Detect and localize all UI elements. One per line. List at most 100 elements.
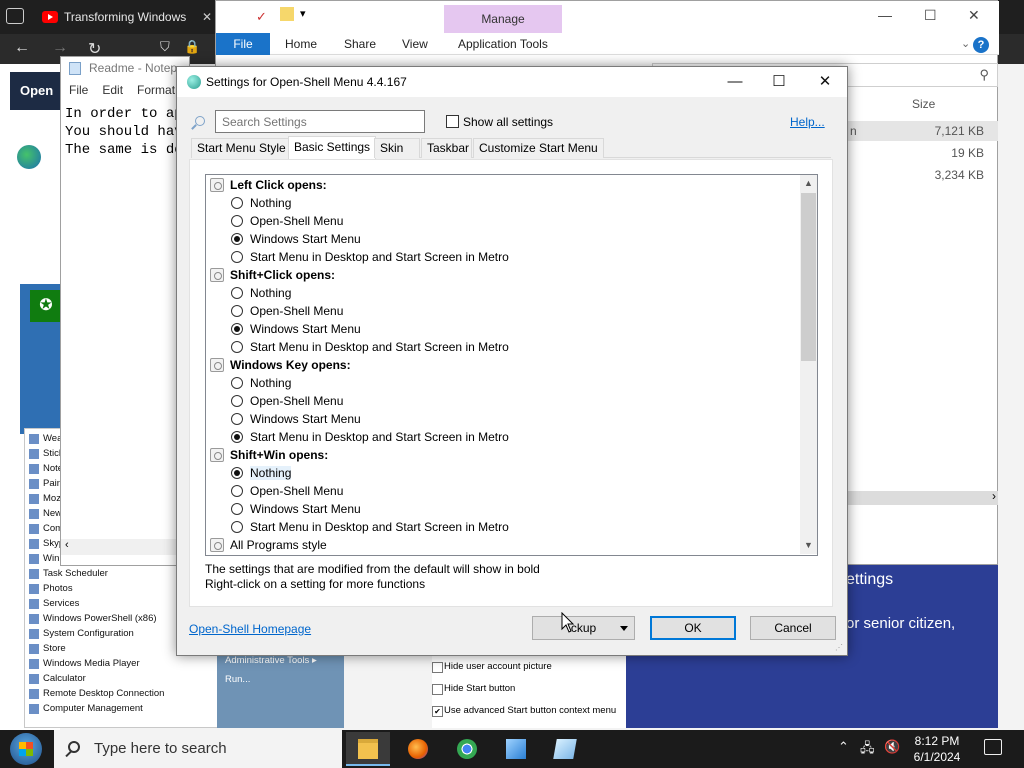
menu-edit[interactable]: Edit [102,83,123,97]
radio-button[interactable] [231,485,243,497]
ribbon-home-tab[interactable]: Home [285,33,317,55]
radio-button[interactable] [231,287,243,299]
browser-tab[interactable]: Transforming Windows ✕ [34,4,218,30]
forward-icon[interactable]: → [52,39,68,57]
tab-taskbar[interactable]: Taskbar [421,138,472,158]
tab-customize-start-menu[interactable]: Customize Start Menu [473,138,604,158]
cancel-button[interactable]: Cancel [750,616,836,640]
maximize-icon[interactable]: ☐ [924,7,937,24]
radio-option[interactable]: Start Menu in Desktop and Start Screen i… [230,248,509,266]
help-icon[interactable]: ? [973,37,989,53]
radio-button[interactable] [231,467,243,479]
radio-option[interactable]: Nothing [230,464,292,482]
start-button[interactable] [8,733,44,765]
radio-option[interactable]: Start Menu in Desktop and Start Screen i… [230,428,509,446]
backup-button[interactable]: ckup [532,616,635,640]
show-hidden-icons-icon[interactable]: ⌃ [838,739,849,755]
radio-button[interactable] [231,431,243,443]
ok-button[interactable]: OK [650,616,736,640]
taskbar-paint[interactable] [494,732,538,766]
advanced-context-menu-checkbox[interactable]: Use advanced Start button context menu [432,702,626,724]
run-item[interactable]: Run... [217,670,344,689]
shield-icon[interactable]: ⛉ [160,39,170,55]
help-link[interactable]: Help... [790,115,825,129]
radio-option[interactable]: Windows Start Menu [230,230,361,248]
start-menu-item[interactable]: Windows Media Player [27,656,217,671]
explorer-horizontal-scrollbar[interactable]: › [848,489,998,505]
file-row[interactable]: n 7,121 KB [848,121,998,141]
radio-button[interactable] [231,503,243,515]
notepad-horizontal-scrollbar[interactable]: ‹ [61,539,191,555]
radio-option[interactable]: Windows Start Menu [230,410,361,428]
radio-button[interactable] [231,377,243,389]
ribbon-file-tab[interactable]: File [216,33,270,55]
menu-format[interactable]: Format [137,83,175,97]
tab-start-menu-style[interactable]: Start Menu Style [191,138,292,158]
notepad-text-area[interactable]: In order to ap You should hav The same is … [61,101,189,163]
file-row[interactable]: 3,234 KB [848,165,998,185]
ribbon-view-tab[interactable]: View [402,33,428,55]
scroll-right-icon[interactable]: › [992,489,996,503]
volume-muted-icon[interactable]: 🔇 [884,739,900,755]
radio-button[interactable] [231,197,243,209]
taskbar-search-box[interactable]: Type here to search [54,730,342,768]
start-menu-item[interactable]: Calculator [27,671,217,686]
quick-access-dropdown-icon[interactable]: ▾ [300,7,306,20]
radio-option[interactable]: Nothing [230,284,291,302]
radio-button[interactable] [231,305,243,317]
radio-button[interactable] [231,521,243,533]
scroll-down-icon[interactable]: ▼ [800,537,817,554]
network-icon[interactable]: 🖧 [860,739,875,761]
scroll-up-icon[interactable]: ▲ [800,175,817,192]
radio-option[interactable]: Open-Shell Menu [230,392,343,410]
radio-option[interactable]: Open-Shell Menu [230,212,343,230]
settings-group[interactable]: Shift+Click opens: [208,266,335,284]
radio-button[interactable] [231,413,243,425]
hide-account-picture-checkbox[interactable]: Hide user account picture [432,658,626,680]
open-shell-homepage-link[interactable]: Open-Shell Homepage [189,622,311,636]
radio-option[interactable]: Open-Shell Menu [230,302,343,320]
tab-skin[interactable]: Skin [374,138,420,158]
manage-tab-header[interactable]: Manage [444,5,562,33]
notification-center-icon[interactable] [984,739,1002,755]
radio-option[interactable]: Windows Start Menu [230,320,361,338]
minimize-icon[interactable]: — [713,71,757,93]
radio-option[interactable]: Start Menu in Desktop and Start Screen i… [230,338,509,356]
taskbar-clock[interactable]: 8:12 PM 6/1/2024 [906,733,968,765]
settings-group[interactable]: Shift+Win opens: [208,446,328,464]
radio-option[interactable]: Nothing [230,194,291,212]
close-icon[interactable]: ✕ [968,7,980,24]
minimize-icon[interactable]: — [878,7,892,23]
radio-option[interactable]: Start Menu in Desktop and Start Screen i… [230,518,509,536]
ribbon-application-tools-tab[interactable]: Application Tools [458,33,548,55]
resize-grip-icon[interactable]: ⋰ [835,643,845,653]
radio-button[interactable] [231,251,243,263]
settings-vertical-scrollbar[interactable]: ▲ ▼ [800,175,817,554]
settings-group[interactable]: All Programs style [208,536,327,554]
radio-button[interactable] [231,395,243,407]
taskbar-notepad[interactable] [543,732,587,766]
radio-button[interactable] [231,233,243,245]
open-button[interactable]: Open F [10,72,64,136]
radio-button[interactable] [231,215,243,227]
radio-option[interactable]: Open-Shell Menu [230,482,343,500]
start-menu-item[interactable]: Computer Management [27,701,217,716]
close-tab-icon[interactable]: ✕ [202,4,212,30]
radio-option[interactable]: Windows Start Menu [230,500,361,518]
back-icon[interactable]: ← [14,39,30,57]
taskbar-firefox[interactable] [396,732,440,766]
settings-group[interactable]: Left Click opens: [208,176,327,194]
menu-file[interactable]: File [69,83,88,97]
radio-button[interactable] [231,323,243,335]
settings-group[interactable]: Windows Key opens: [208,356,351,374]
properties-icon[interactable]: ✓ [256,9,267,25]
taskbar-chrome[interactable] [445,732,489,766]
show-all-settings-checkbox[interactable]: Show all settings [446,115,553,129]
scroll-left-icon[interactable]: ‹ [65,539,69,551]
file-row[interactable]: 19 KB [848,143,998,163]
radio-option[interactable]: Nothing [230,374,291,392]
radio-button[interactable] [231,341,243,353]
hide-start-button-checkbox[interactable]: Hide Start button [432,680,626,702]
tab-basic-settings[interactable]: Basic Settings [288,136,377,159]
start-menu-item[interactable]: Remote Desktop Connection [27,686,217,701]
